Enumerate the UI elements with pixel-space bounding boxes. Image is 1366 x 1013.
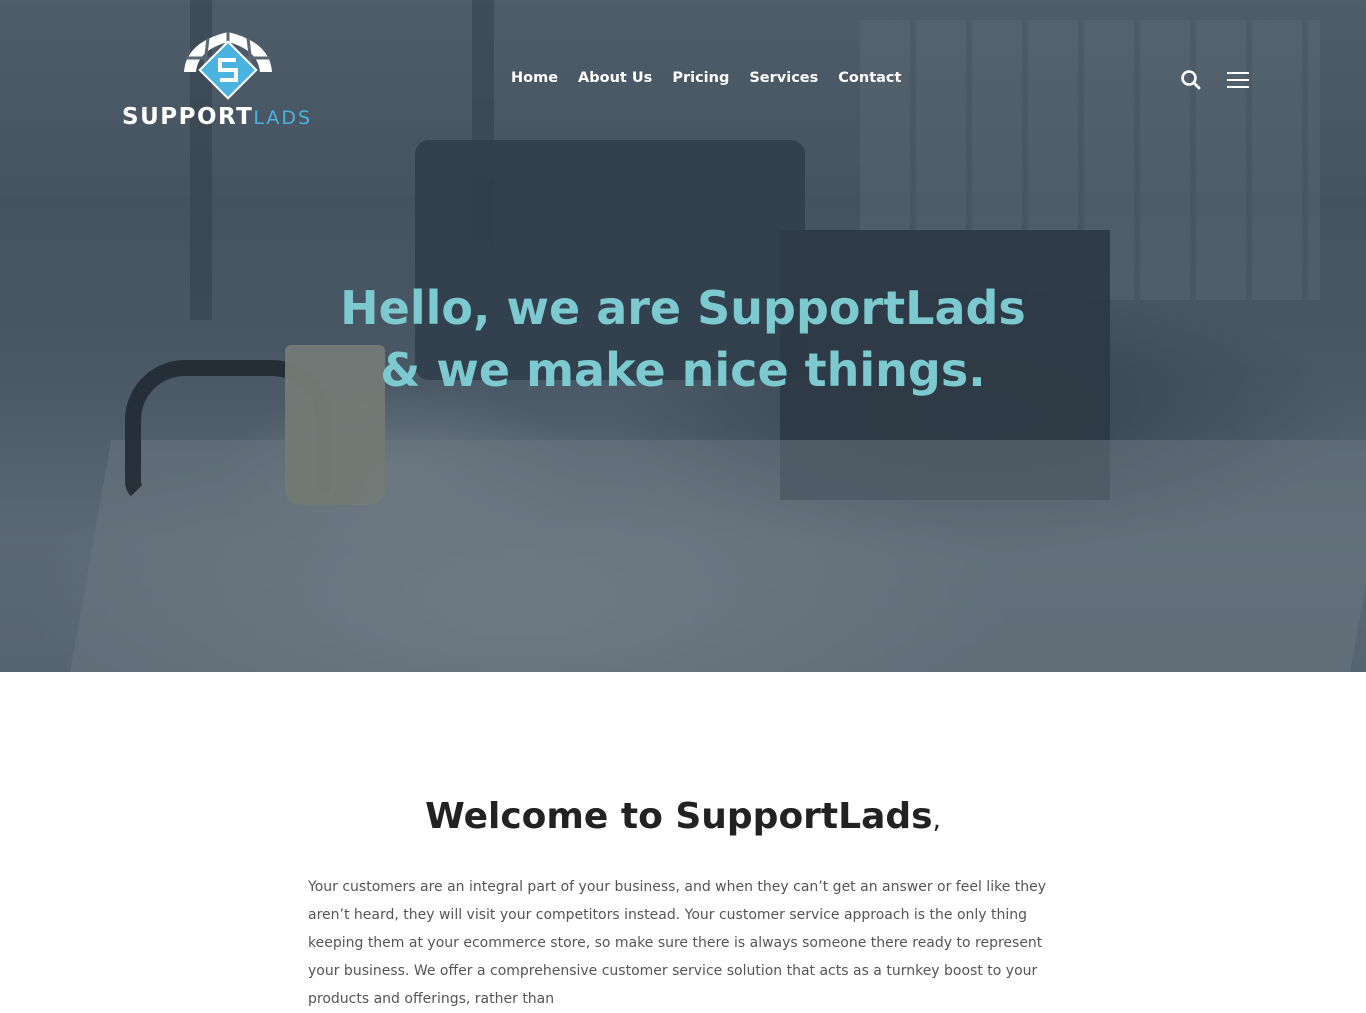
hero-headline: Hello, we are SupportLads & we make nice… [0,277,1366,401]
search-icon[interactable] [1180,69,1202,91]
nav-item-about-us[interactable]: About Us [568,68,662,88]
welcome-heading: Welcome to SupportLads, [0,796,1366,837]
logo-text-secondary: LADS [253,107,313,129]
site-logo[interactable]: SUPPORTLADS [122,28,336,130]
nav-item-pricing[interactable]: Pricing [662,68,739,88]
hero-section: SUPPORTLADS Home About Us Pricing Servic… [0,0,1366,672]
welcome-title: Welcome to SupportLads [425,796,933,837]
welcome-comma: , [932,805,941,835]
nav-item-contact[interactable]: Contact [828,68,911,88]
intro-paragraph: Your customers are an integral part of y… [308,879,1047,1007]
hero-line-1: Hello, we are SupportLads [340,281,1026,335]
nav-item-services[interactable]: Services [739,68,828,88]
nav-item-home[interactable]: Home [501,68,568,88]
hamburger-menu-icon[interactable] [1227,72,1249,90]
shield-s-logo-icon [184,32,272,100]
logo-text-primary: SUPPORT [122,104,254,130]
hero-line-2: & we make nice things. [380,343,986,397]
logo-wordmark: SUPPORTLADS [122,104,312,130]
main-nav: Home About Us Pricing Services Contact [501,68,911,88]
